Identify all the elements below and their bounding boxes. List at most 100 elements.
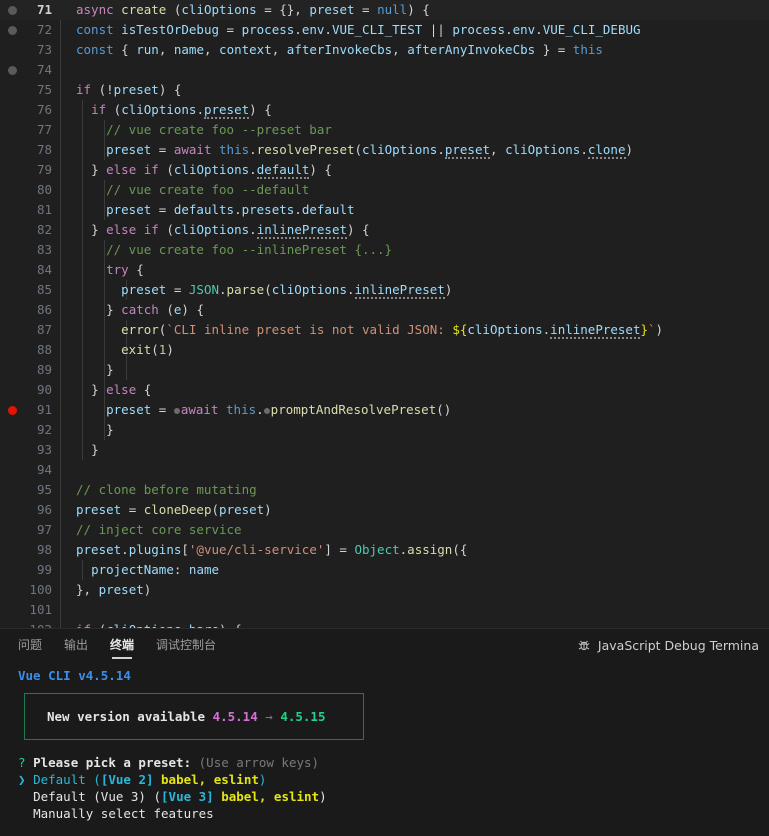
code-line[interactable]: 100}, preset) [0,580,769,600]
breakpoint-gutter[interactable] [0,200,26,220]
code-line[interactable]: 82 } else if (cliOptions.inlinePreset) { [0,220,769,240]
code-text[interactable]: // clone before mutating [60,480,769,500]
code-text[interactable] [60,60,769,80]
code-lines[interactable]: 71 async create (cliOptions = {}, preset … [0,0,769,628]
code-line[interactable]: 83 // vue create foo --inlinePreset {...… [0,240,769,260]
code-line[interactable]: 90 } else { [0,380,769,400]
code-text[interactable]: preset = defaults.presets.default [60,200,769,220]
breakpoint-gutter[interactable] [0,560,26,580]
code-line[interactable]: 71 async create (cliOptions = {}, preset … [0,0,769,20]
code-line[interactable]: 89 } [0,360,769,380]
breakpoint-gutter[interactable] [0,100,26,120]
breakpoint-disabled-icon[interactable] [8,66,17,75]
preset-option-list[interactable]: ❯ Default ([Vue 2] babel, eslint) Defaul… [18,771,769,822]
breakpoint-disabled-icon[interactable] [8,6,17,15]
code-text[interactable]: // vue create foo --inlinePreset {...} [60,240,769,260]
code-text[interactable]: // vue create foo --default [60,180,769,200]
code-text[interactable]: try { [60,260,769,280]
code-line[interactable]: 94 [0,460,769,480]
code-text[interactable]: // inject core service [60,520,769,540]
breakpoint-gutter[interactable] [0,40,26,60]
code-line[interactable]: 98 preset.plugins['@vue/cli-service'] = O… [0,540,769,560]
code-line[interactable]: 79 } else if (cliOptions.default) { [0,160,769,180]
terminal-output[interactable]: Vue CLI v4.5.14 New version available 4.… [0,661,769,822]
code-editor[interactable]: 71 async create (cliOptions = {}, preset … [0,0,769,628]
breakpoint-gutter[interactable] [0,20,26,40]
code-text[interactable]: async create (cliOptions = {}, preset = … [60,0,769,20]
code-line[interactable]: 81 preset = defaults.presets.default [0,200,769,220]
code-text[interactable]: preset = cloneDeep(preset) [60,500,769,520]
code-text[interactable]: if (cliOptions.bare) { [60,620,769,628]
code-line[interactable]: 91 preset = await this. promptAndResolveP… [0,400,769,420]
code-text[interactable]: if (cliOptions.preset) { [60,100,769,120]
code-text[interactable]: exit(1) [60,340,769,360]
breakpoint-gutter[interactable] [0,260,26,280]
code-text[interactable]: } [60,440,769,460]
preset-option[interactable]: ❯ Default ([Vue 2] babel, eslint) [18,771,769,788]
code-text[interactable]: } else if (cliOptions.default) { [60,160,769,180]
breakpoint-gutter[interactable] [0,180,26,200]
code-text[interactable] [60,600,769,620]
breakpoint-gutter[interactable] [0,360,26,380]
code-text[interactable]: error(`CLI inline preset is not valid JS… [60,320,769,340]
code-line[interactable]: 80 // vue create foo --default [0,180,769,200]
code-line[interactable]: 102if (cliOptions.bare) { [0,620,769,628]
panel-tab-active[interactable]: 终端 [110,629,134,661]
preset-option[interactable]: Manually select features [18,805,769,822]
code-text[interactable]: preset = await this. promptAndResolvePres… [60,400,769,420]
panel-tabs[interactable]: 问题 输出 终端 调试控制台 [18,629,216,661]
panel-tab-item[interactable]: 输出 [64,629,88,661]
preset-option[interactable]: Default (Vue 3) ([Vue 3] babel, eslint) [18,788,769,805]
breakpoint-gutter[interactable] [0,480,26,500]
code-text[interactable]: } else { [60,380,769,400]
code-line[interactable]: 99 projectName: name [0,560,769,580]
breakpoint-gutter[interactable] [0,600,26,620]
code-text[interactable]: preset = await this.resolvePreset(cliOpt… [60,140,769,160]
active-terminal-indicator[interactable]: JavaScript Debug Termina [577,638,759,653]
code-text[interactable]: } else if (cliOptions.inlinePreset) { [60,220,769,240]
code-line[interactable]: 77 // vue create foo --preset bar [0,120,769,140]
breakpoint-gutter[interactable] [0,240,26,260]
code-line[interactable]: 93 } [0,440,769,460]
code-line[interactable]: 85 preset = JSON.parse(cliOptions.inline… [0,280,769,300]
code-text[interactable]: if (!preset) { [60,80,769,100]
breakpoint-gutter[interactable] [0,300,26,320]
breakpoint-gutter[interactable] [0,520,26,540]
code-text[interactable]: } catch (e) { [60,300,769,320]
code-line[interactable]: 72 const isTestOrDebug = process.env.VUE_… [0,20,769,40]
breakpoint-icon[interactable] [8,406,17,415]
breakpoint-gutter[interactable] [0,320,26,340]
breakpoint-gutter[interactable] [0,620,26,628]
code-line[interactable]: 76 if (cliOptions.preset) { [0,100,769,120]
preset-prompt[interactable]: ? Please pick a preset: (Use arrow keys)… [18,754,769,822]
code-line[interactable]: 96 preset = cloneDeep(preset) [0,500,769,520]
code-text[interactable]: }, preset) [60,580,769,600]
code-line[interactable]: 75 if (!preset) { [0,80,769,100]
breakpoint-gutter[interactable] [0,580,26,600]
code-text[interactable]: preset.plugins['@vue/cli-service'] = Obj… [60,540,769,560]
breakpoint-gutter[interactable] [0,420,26,440]
code-line[interactable]: 78 preset = await this.resolvePreset(cli… [0,140,769,160]
breakpoint-gutter[interactable] [0,440,26,460]
breakpoint-gutter[interactable] [0,280,26,300]
code-text[interactable]: // vue create foo --preset bar [60,120,769,140]
code-text[interactable]: } [60,360,769,380]
code-line[interactable]: 95 // clone before mutating [0,480,769,500]
breakpoint-gutter[interactable] [0,460,26,480]
breakpoint-gutter[interactable] [0,160,26,180]
code-line[interactable]: 87 error(`CLI inline preset is not valid… [0,320,769,340]
breakpoint-gutter[interactable] [0,220,26,240]
breakpoint-gutter[interactable] [0,80,26,100]
code-line[interactable]: 101 [0,600,769,620]
breakpoint-gutter[interactable] [0,0,26,20]
code-line[interactable]: 92 } [0,420,769,440]
code-text[interactable]: preset = JSON.parse(cliOptions.inlinePre… [60,280,769,300]
code-line[interactable]: 88 exit(1) [0,340,769,360]
code-line[interactable]: 73 const { run, name, context, afterInvok… [0,40,769,60]
breakpoint-gutter[interactable] [0,340,26,360]
panel-tab-item[interactable]: 问题 [18,629,42,661]
breakpoint-gutter[interactable] [0,140,26,160]
breakpoint-gutter[interactable] [0,400,26,420]
breakpoint-gutter[interactable] [0,540,26,560]
code-text[interactable]: const isTestOrDebug = process.env.VUE_CL… [60,20,769,40]
